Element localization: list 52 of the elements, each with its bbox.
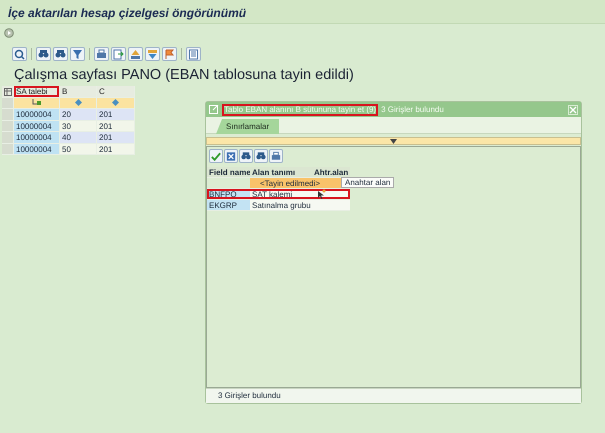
key-icon	[32, 98, 42, 107]
table-cell: 201	[97, 109, 135, 120]
select-all-icon[interactable]	[2, 86, 14, 98]
tooltip: Anahtar alan	[341, 177, 394, 188]
table-cell: 10000004	[14, 109, 60, 120]
table-cell: 201	[97, 120, 135, 132]
list-button[interactable]	[186, 47, 201, 61]
dialog-title: Tablo EBAN alanını B sütununa tayin et (9)	[222, 104, 378, 116]
table-cell: 20	[60, 109, 97, 120]
table-cell: 10000004	[14, 132, 60, 144]
table-cell: 10000004	[14, 120, 60, 132]
checkmark-button[interactable]	[209, 149, 223, 163]
diamond-icon	[112, 99, 119, 106]
printer-button[interactable]	[94, 47, 109, 61]
column-header: Field name	[207, 167, 250, 178]
binoculars-button[interactable]	[53, 47, 68, 61]
cancel-button[interactable]	[224, 149, 238, 163]
column-header: Ahtr.alan	[312, 167, 350, 178]
table-cell: 40	[60, 132, 97, 144]
flag-button[interactable]	[162, 47, 177, 61]
table-cell[interactable]: Satınalma grubu	[250, 200, 312, 211]
table-cell: 201	[97, 144, 135, 155]
diamond-icon	[74, 99, 82, 106]
binoculars-button[interactable]	[239, 149, 253, 163]
column-header[interactable]: B	[60, 86, 97, 98]
sort-ascending-button[interactable]	[128, 47, 143, 61]
table-cell[interactable]: BNFPO	[207, 189, 250, 200]
binoculars-button[interactable]	[254, 149, 268, 163]
dialog-title-note: 3 Girişler bulundu	[381, 104, 444, 116]
table-cell: 201	[97, 132, 135, 144]
table-cell[interactable]: EKGRP	[207, 200, 250, 211]
tab[interactable]: Sınırlamalar	[216, 119, 280, 134]
table-cell: 10000004	[14, 144, 60, 155]
worksheet-heading: Çalışma sayfası PANO (EBAN tablosuna tayin edildi)	[14, 66, 355, 84]
table-cell: 50	[60, 144, 97, 155]
filter-button[interactable]	[70, 47, 85, 61]
column-header: Alan tanımı	[250, 167, 312, 178]
printer-button[interactable]	[269, 149, 283, 163]
table-cell: 30	[60, 120, 97, 132]
window-title: İçe aktarılan hesap çizelgesi öngörünümü	[0, 0, 605, 24]
binoculars-button[interactable]	[36, 47, 51, 61]
cursor-icon	[317, 189, 326, 199]
column-header[interactable]: SA talebi	[14, 86, 60, 98]
sort-descending-button[interactable]	[145, 47, 160, 61]
dialog-icon	[209, 105, 219, 114]
status-text: 3 Girişler bulundu	[218, 390, 281, 402]
column-header[interactable]: C	[97, 86, 135, 98]
magnifier-button[interactable]	[12, 47, 27, 61]
execute-icon[interactable]	[4, 28, 14, 38]
export-button[interactable]	[111, 47, 126, 61]
triangle-icon	[390, 138, 397, 144]
table-cell[interactable]: SAT kalemi	[250, 189, 312, 200]
